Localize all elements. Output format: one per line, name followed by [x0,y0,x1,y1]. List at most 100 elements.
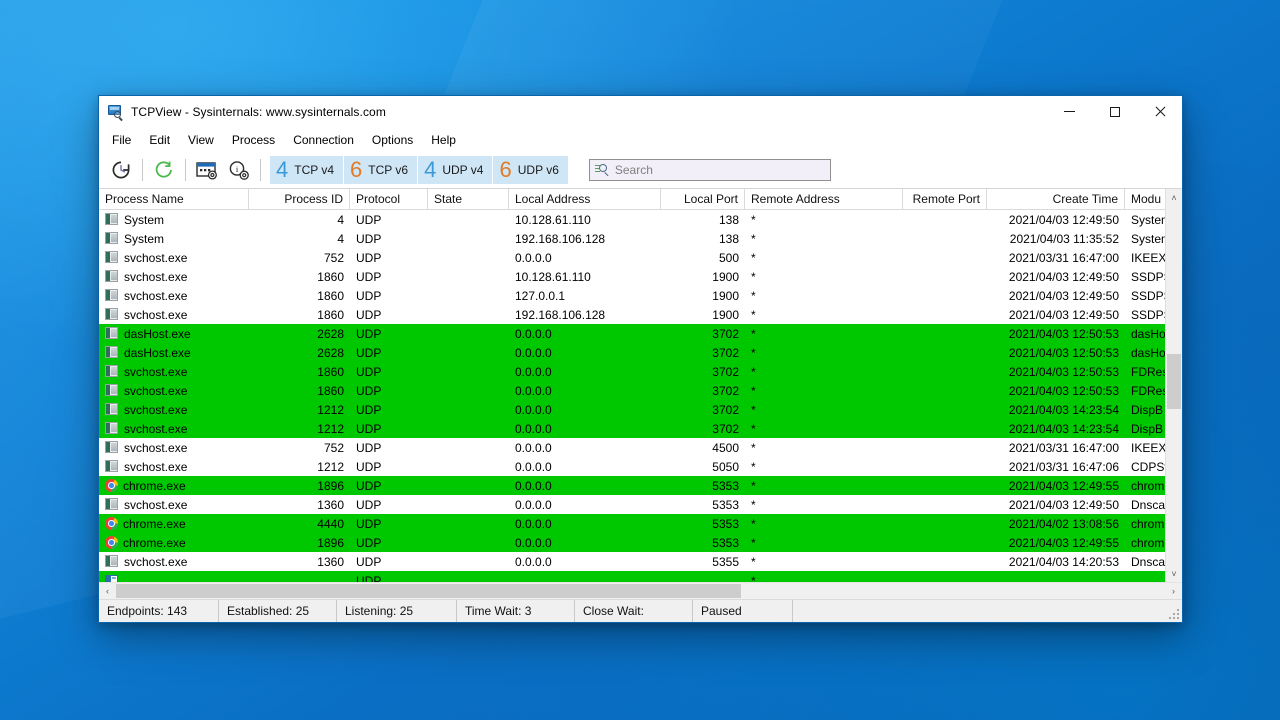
menu-view[interactable]: View [179,130,223,150]
table-row[interactable]: chrome.exe 1896 UDP 0.0.0.0 5353 * 2021/04/03 … [99,533,1165,552]
minimize-icon [1064,111,1075,112]
vertical-scroll-track[interactable] [1166,206,1182,565]
column-header-process-id[interactable]: Process ID [249,189,350,209]
column-header-protocol[interactable]: Protocol [350,189,428,209]
column-header-local-port[interactable]: Local Port [661,189,745,209]
menu-file[interactable]: File [103,130,140,150]
menu-process[interactable]: Process [223,130,284,150]
table-row[interactable]: svchost.exe 1860 UDP 10.128.61.110 1900 * 2021… [99,267,1165,286]
table-row[interactable]: System 4 UDP 192.168.106.128 138 * 2021/04/03 … [99,229,1165,248]
cell-lport: 1900 [712,288,739,303]
table-row[interactable]: dasHost.exe 2628 UDP 0.0.0.0 3702 * 2021/04/03… [99,324,1165,343]
horizontal-scroll-thumb[interactable] [116,584,741,598]
table-row[interactable]: dasHost.exe 2628 UDP 0.0.0.0 3702 * 2021/04/03… [99,343,1165,362]
table-row[interactable]: svchost.exe 1860 UDP 0.0.0.0 3702 * 2021/04/03… [99,381,1165,400]
cell-prot: UDP [356,497,382,512]
cell-lport: 138 [718,231,739,246]
table-row[interactable]: chrome.exe 4440 UDP 0.0.0.0 5353 * 2021/04/02 … [99,514,1165,533]
cell-laddr: 0.0.0.0 [515,345,552,360]
search-box[interactable] [588,158,831,181]
cell-name: svchost.exe [99,362,249,381]
column-header-create-time[interactable]: Create Time [987,189,1125,209]
cell-mod: System [1131,212,1165,227]
minimize-button[interactable] [1047,96,1092,127]
desktop-background: TCPView - Sysinternals: www.sysinternals… [0,0,1280,720]
cell-laddr: 10.128.61.110 [515,269,591,284]
cell-prot: UDP [356,554,382,569]
cell-laddr: 0.0.0.0 [515,459,552,474]
cell-ctime: 2021/04/03 12:50:53 [1008,326,1119,341]
table-row[interactable]: svchost.exe 1212 UDP 0.0.0.0 3702 * 2021/04/03… [99,400,1165,419]
table-row[interactable]: UDP * [99,571,1165,582]
filter-tcp-v4[interactable]: 4 TCP v4 [270,155,345,184]
table-row[interactable]: svchost.exe 1860 UDP 127.0.0.1 1900 * 2021/04/… [99,286,1165,305]
vertical-scroll-thumb[interactable] [1167,354,1181,409]
horizontal-scroll-track[interactable] [116,583,1165,599]
table-row[interactable]: svchost.exe 1212 UDP 0.0.0.0 5050 * 2021/03/31… [99,457,1165,476]
resize-grip-icon[interactable] [1169,609,1179,619]
process-name-text: svchost.exe [124,307,188,322]
table-row[interactable]: svchost.exe 752 UDP 0.0.0.0 4500 * 2021/03/31 … [99,438,1165,457]
maximize-button[interactable] [1092,96,1137,127]
column-header-remote-address[interactable]: Remote Address [745,189,903,209]
column-header-state[interactable]: State [428,189,509,209]
cell-mod: System [1131,231,1165,246]
close-button[interactable] [1137,96,1182,127]
table-row[interactable]: svchost.exe 1360 UDP 0.0.0.0 5355 * 2021/04/03… [99,552,1165,571]
table-row[interactable]: svchost.exe 1860 UDP 192.168.106.128 1900 * 20… [99,305,1165,324]
cell-pid: 1212 [317,421,344,436]
scroll-left-button[interactable]: ‹ [99,583,116,599]
table-row[interactable]: chrome.exe 1896 UDP 0.0.0.0 5353 * 2021/04/03 … [99,476,1165,495]
cell-lport: 3702 [712,345,739,360]
refresh-interval-button[interactable] [105,155,137,185]
cell-prot: UDP [356,383,382,398]
process-name-text: svchost.exe [124,421,188,436]
whois-button[interactable]: i [223,155,255,185]
column-header-remote-port[interactable]: Remote Port [903,189,987,209]
menu-connection[interactable]: Connection [284,130,363,150]
cell-name: svchost.exe [99,457,249,476]
horizontal-scrollbar[interactable]: ‹ › [99,582,1182,599]
cell-pid: 1896 [317,478,344,493]
cell-lport: 5353 [712,478,739,493]
filter-udp-v4[interactable]: 4 UDP v4 [418,155,494,184]
table-row[interactable]: svchost.exe 752 UDP 0.0.0.0 500 * 2021/03/31 1… [99,248,1165,267]
column-header-local-address[interactable]: Local Address [509,189,661,209]
cell-raddr: * [751,478,756,493]
vertical-scrollbar[interactable]: ˄ ˅ [1165,189,1182,582]
filter-tcp-v6[interactable]: 6 TCP v6 [344,155,419,184]
menu-edit[interactable]: Edit [140,130,179,150]
refresh-interval-icon [112,161,130,178]
table-row[interactable]: svchost.exe 1360 UDP 0.0.0.0 5353 * 2021/04/03… [99,495,1165,514]
cell-prot: UDP [356,364,382,379]
scroll-down-button[interactable]: ˅ [1166,565,1182,582]
column-header-process-name[interactable]: Process Name [99,189,249,209]
filter-udp-v6-label: UDP v6 [517,162,559,177]
refresh-now-button[interactable] [148,155,180,185]
table-row[interactable]: svchost.exe 1860 UDP 0.0.0.0 3702 * 2021/04/03… [99,362,1165,381]
window-properties-button[interactable] [191,155,223,185]
search-input[interactable] [614,162,815,177]
table-row[interactable]: System 4 UDP 10.128.61.110 138 * 2021/04/03 12… [99,210,1165,229]
cell-laddr: 0.0.0.0 [515,326,552,341]
scroll-up-button[interactable]: ˄ [1166,189,1182,206]
cell-name: System [99,210,249,229]
cell-mod: Dnsca [1131,497,1165,512]
menu-options[interactable]: Options [363,130,422,150]
cell-mod: IKEEX [1131,440,1165,455]
cell-rport [903,286,987,305]
cell-pid: 4440 [317,516,344,531]
table-row[interactable]: svchost.exe 1212 UDP 0.0.0.0 3702 * 2021/04/03… [99,419,1165,438]
column-header-module[interactable]: Modu^ [1125,189,1165,209]
cell-ctime: 2021/04/03 11:35:52 [1009,231,1119,246]
digit-4-icon: 4 [276,156,289,182]
cell-mod: Dnsca [1131,554,1165,569]
window-properties-icon [196,161,217,180]
cell-state [428,343,509,362]
cell-mod: FDRes [1131,383,1165,398]
menu-help[interactable]: Help [422,130,465,150]
filter-udp-v6[interactable]: 6 UDP v6 [493,155,569,184]
scroll-right-button[interactable]: › [1165,583,1182,599]
cell-mod: dasHo [1131,326,1165,341]
cell-mod: CDPSv [1131,459,1165,474]
